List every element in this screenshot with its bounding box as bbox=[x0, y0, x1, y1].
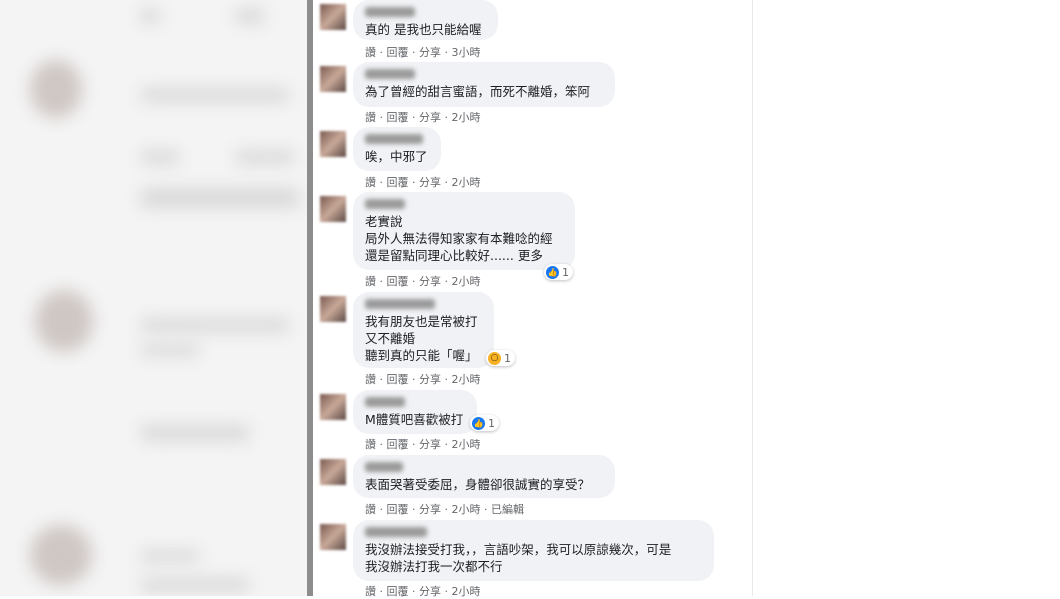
timestamp[interactable]: 2小時 bbox=[452, 585, 481, 598]
wow-icon: ○ bbox=[488, 351, 501, 365]
comment-actions: 讚 · 回覆 · 分享 · 2小時 bbox=[365, 438, 481, 451]
comment-text: 老實說 局外人無法得知家家有本難唸的經 還是留點同理心比較好...... 更多 bbox=[365, 214, 553, 263]
blurred-shape bbox=[140, 550, 200, 562]
like-link[interactable]: 讚 bbox=[365, 438, 376, 451]
blurred-shape bbox=[140, 344, 200, 356]
blurred-author-name[interactable] bbox=[365, 527, 427, 537]
reaction-number: 1 bbox=[488, 416, 495, 430]
avatar[interactable] bbox=[320, 66, 346, 92]
comment-bubble: 真的 是我也只能給喔 bbox=[353, 0, 498, 40]
reply-link[interactable]: 回覆 bbox=[387, 176, 409, 189]
blurred-author-name[interactable] bbox=[365, 397, 405, 407]
share-link[interactable]: 分享 bbox=[419, 585, 441, 598]
share-link[interactable]: 分享 bbox=[419, 111, 441, 124]
reply-link[interactable]: 回覆 bbox=[387, 438, 409, 451]
timestamp[interactable]: 2小時 bbox=[452, 438, 481, 451]
blurred-author-name[interactable] bbox=[365, 299, 435, 309]
blurred-background-left bbox=[0, 0, 308, 596]
comment-actions: 讚 · 回覆 · 分享 · 2小時 bbox=[365, 373, 481, 386]
timestamp[interactable]: 2小時 bbox=[452, 503, 481, 516]
blurred-avatar bbox=[30, 60, 82, 118]
share-link[interactable]: 分享 bbox=[419, 176, 441, 189]
reply-link[interactable]: 回覆 bbox=[387, 46, 409, 59]
avatar[interactable] bbox=[320, 196, 346, 222]
blurred-author-name[interactable] bbox=[365, 134, 423, 144]
blurred-shape bbox=[235, 8, 265, 24]
blurred-shape bbox=[140, 578, 250, 592]
like-link[interactable]: 讚 bbox=[365, 373, 376, 386]
like-icon: 👍 bbox=[472, 416, 485, 430]
comment-actions: 讚 · 回覆 · 分享 · 2小時 bbox=[365, 585, 481, 598]
comment-bubble: 唉，中邪了 bbox=[353, 127, 441, 171]
blurred-author-name[interactable] bbox=[365, 69, 415, 79]
right-blank-area bbox=[752, 0, 1060, 596]
avatar[interactable] bbox=[320, 4, 346, 30]
like-link[interactable]: 讚 bbox=[365, 275, 376, 288]
share-link[interactable]: 分享 bbox=[419, 438, 441, 451]
comment-bubble: M體質吧喜歡被打 bbox=[353, 390, 477, 434]
blurred-shape bbox=[140, 425, 250, 441]
comment-bubble: 表面哭著受委屈，身體卻很誠實的享受？ bbox=[353, 455, 615, 498]
blurred-avatar bbox=[30, 525, 92, 585]
avatar[interactable] bbox=[320, 394, 346, 420]
comment-bubble: 我有朋友也是常被打 又不離婚 聽到真的只能「喔」 bbox=[353, 292, 494, 368]
reply-link[interactable]: 回覆 bbox=[387, 585, 409, 598]
like-link[interactable]: 讚 bbox=[365, 111, 376, 124]
blurred-shape bbox=[140, 8, 160, 24]
blurred-shape bbox=[140, 318, 290, 332]
share-link[interactable]: 分享 bbox=[419, 46, 441, 59]
blurred-avatar bbox=[35, 290, 93, 352]
comment-bubble: 我沒辦法接受打我，，言語吵架，我可以原諒幾次，可是 我沒辦法打我一次都不行 bbox=[353, 520, 714, 581]
comment-actions: 讚 · 回覆 · 分享 · 2小時 bbox=[365, 111, 481, 124]
comment-actions: 讚 · 回覆 · 分享 · 2小時 bbox=[365, 275, 481, 288]
reaction-count[interactable]: ○ 1 bbox=[486, 350, 515, 366]
comment-text: 表面哭著受委屈，身體卻很誠實的享受？ bbox=[365, 477, 591, 492]
reply-link[interactable]: 回覆 bbox=[387, 503, 409, 516]
timestamp[interactable]: 3小時 bbox=[452, 46, 481, 59]
avatar[interactable] bbox=[320, 296, 346, 322]
share-link[interactable]: 分享 bbox=[419, 373, 441, 386]
reaction-number: 1 bbox=[562, 265, 569, 279]
like-link[interactable]: 讚 bbox=[365, 46, 376, 59]
avatar[interactable] bbox=[320, 524, 346, 550]
reply-link[interactable]: 回覆 bbox=[387, 373, 409, 386]
blurred-author-name[interactable] bbox=[365, 199, 405, 209]
like-link[interactable]: 讚 bbox=[365, 503, 376, 516]
blurred-shape bbox=[235, 150, 295, 164]
timestamp[interactable]: 2小時 bbox=[452, 176, 481, 189]
like-link[interactable]: 讚 bbox=[365, 176, 376, 189]
comment-text: 唉，中邪了 bbox=[365, 149, 428, 164]
avatar[interactable] bbox=[320, 131, 346, 157]
avatar[interactable] bbox=[320, 459, 346, 485]
comment-text: 為了曾經的甜言蜜語，而死不離婚，笨阿 bbox=[365, 84, 591, 99]
edited-label[interactable]: 已編輯 bbox=[491, 503, 524, 516]
comment-bubble: 為了曾經的甜言蜜語，而死不離婚，笨阿 bbox=[353, 62, 615, 107]
reaction-number: 1 bbox=[504, 351, 511, 365]
comments-panel: 真的 是我也只能給喔 讚 · 回覆 · 分享 · 3小時 為了曾經的甜言蜜語，而… bbox=[313, 0, 752, 598]
share-link[interactable]: 分享 bbox=[419, 275, 441, 288]
like-icon: 👍 bbox=[546, 265, 559, 279]
reply-link[interactable]: 回覆 bbox=[387, 275, 409, 288]
share-link[interactable]: 分享 bbox=[419, 503, 441, 516]
reply-link[interactable]: 回覆 bbox=[387, 111, 409, 124]
comment-bubble: 老實說 局外人無法得知家家有本難唸的經 還是留點同理心比較好...... 更多 bbox=[353, 192, 575, 270]
comment-text: 我有朋友也是常被打 又不離婚 聽到真的只能「喔」 bbox=[365, 314, 478, 363]
comment-actions: 讚 · 回覆 · 分享 · 3小時 bbox=[365, 46, 481, 59]
blurred-author-name[interactable] bbox=[365, 462, 403, 472]
comment-text: 我沒辦法接受打我，，言語吵架，我可以原諒幾次，可是 我沒辦法打我一次都不行 bbox=[365, 542, 672, 574]
reaction-count[interactable]: 👍 1 bbox=[544, 264, 573, 280]
comment-actions: 讚 · 回覆 · 分享 · 2小時 · 已編輯 bbox=[365, 503, 524, 516]
comment-text: M體質吧喜歡被打 bbox=[365, 412, 464, 427]
timestamp[interactable]: 2小時 bbox=[452, 111, 481, 124]
comment-actions: 讚 · 回覆 · 分享 · 2小時 bbox=[365, 176, 481, 189]
blurred-shape bbox=[140, 88, 290, 102]
comment-text: 真的 是我也只能給喔 bbox=[365, 22, 482, 37]
timestamp[interactable]: 2小時 bbox=[452, 275, 481, 288]
reaction-count[interactable]: 👍 1 bbox=[470, 415, 499, 431]
blurred-shape bbox=[140, 188, 300, 208]
like-link[interactable]: 讚 bbox=[365, 585, 376, 598]
blurred-shape bbox=[140, 150, 180, 164]
timestamp[interactable]: 2小時 bbox=[452, 373, 481, 386]
blurred-author-name[interactable] bbox=[365, 7, 415, 17]
